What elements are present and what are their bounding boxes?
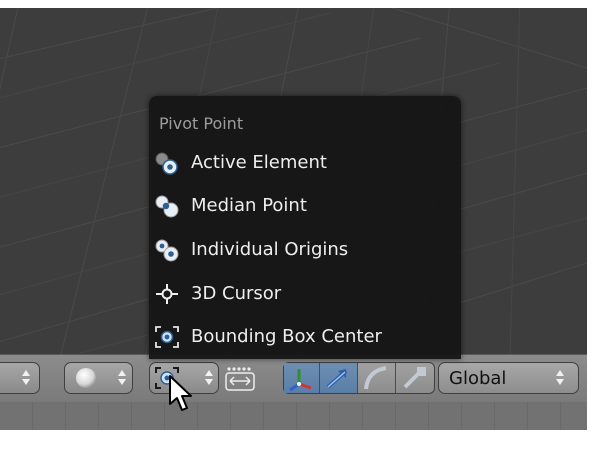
viewport-shading-dropdown[interactable] bbox=[64, 362, 133, 394]
manipulator-toggle-button[interactable] bbox=[284, 363, 320, 393]
3d-cursor-icon bbox=[156, 284, 178, 304]
menu-item-label: Active Element bbox=[191, 152, 327, 173]
menu-item-label: Median Point bbox=[191, 195, 307, 216]
interaction-mode-dropdown[interactable] bbox=[0, 362, 40, 394]
manipulator-tools bbox=[283, 362, 435, 394]
scale-manipulator-button[interactable] bbox=[396, 363, 434, 393]
rotate-arc-icon bbox=[364, 366, 387, 390]
menu-item-individual-origins[interactable]: Individual Origins bbox=[149, 231, 461, 269]
rotate-manipulator-button[interactable] bbox=[358, 363, 396, 393]
transform-orientation-dropdown[interactable]: Global bbox=[438, 362, 579, 394]
menu-item-label: 3D Cursor bbox=[191, 283, 282, 304]
active-element-icon bbox=[155, 152, 178, 175]
translate-arrow-icon bbox=[326, 369, 348, 389]
top-margin bbox=[0, 0, 594, 8]
timeline-strip[interactable] bbox=[0, 402, 587, 430]
right-margin bbox=[587, 0, 594, 457]
bounding-box-center-icon bbox=[155, 326, 179, 348]
individual-origins-icon bbox=[155, 239, 179, 262]
menu-item-label: Bounding Box Center bbox=[191, 326, 382, 347]
menu-item-active-element[interactable]: Active Element bbox=[149, 144, 461, 182]
solid-sphere-icon bbox=[76, 368, 96, 388]
manipulator-select-icon[interactable] bbox=[222, 364, 258, 394]
menu-item-label: Individual Origins bbox=[191, 239, 349, 260]
menu-item-bounding-box-center[interactable]: Bounding Box Center bbox=[149, 318, 461, 356]
manipulator-toggle-icon bbox=[289, 369, 312, 392]
updown-arrows-icon bbox=[204, 369, 214, 387]
menu-title: Pivot Point bbox=[159, 114, 244, 133]
mouse-pointer-icon bbox=[169, 375, 192, 411]
pivot-point-menu: Pivot Point Active Element Median Point bbox=[149, 96, 461, 359]
menu-item-3d-cursor[interactable]: 3D Cursor bbox=[149, 275, 461, 313]
updown-arrows-icon bbox=[117, 369, 127, 387]
menu-item-median-point[interactable]: Median Point bbox=[149, 187, 461, 225]
blender-3d-view: Global Pivot Point Active Element Median… bbox=[0, 0, 594, 457]
translate-manipulator-button[interactable] bbox=[320, 363, 358, 393]
median-point-icon bbox=[155, 195, 179, 218]
bottom-margin bbox=[0, 430, 594, 457]
scale-icon bbox=[403, 367, 426, 389]
updown-arrows-icon bbox=[555, 369, 565, 387]
transform-orientation-label: Global bbox=[449, 368, 507, 389]
updown-arrows-icon bbox=[21, 369, 31, 387]
